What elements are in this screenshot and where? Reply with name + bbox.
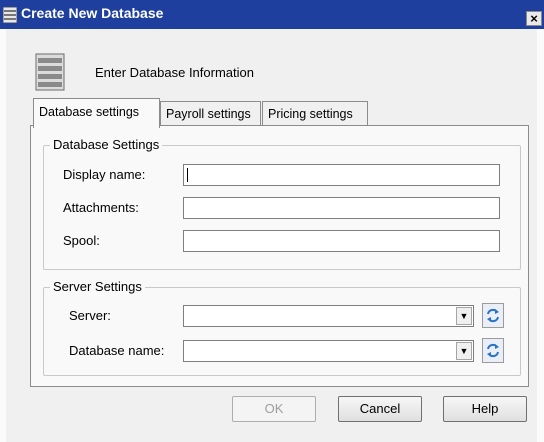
spool-label: Spool:	[63, 233, 100, 248]
database-app-icon	[3, 7, 17, 23]
display-name-field[interactable]	[183, 164, 500, 186]
window-right-border	[537, 29, 544, 442]
close-button[interactable]: ×	[526, 11, 542, 26]
server-refresh-button[interactable]	[482, 303, 504, 328]
attachments-field[interactable]	[183, 197, 500, 219]
refresh-icon	[487, 343, 499, 358]
server-settings-legend: Server Settings	[50, 279, 145, 294]
window-title: Create New Database	[21, 5, 164, 21]
tab-database-settings[interactable]: Database settings	[33, 98, 160, 128]
database-name-label: Database name:	[69, 343, 165, 358]
attachments-label: Attachments:	[63, 200, 139, 215]
database-name-select[interactable]: ▼	[183, 340, 474, 362]
text-caret	[187, 168, 188, 182]
title-bar[interactable]: Create New Database ×	[0, 0, 544, 29]
refresh-icon	[487, 308, 499, 323]
database-icon	[35, 53, 65, 91]
server-label: Server:	[69, 308, 111, 323]
database-settings-legend: Database Settings	[50, 137, 163, 152]
server-dropdown-button[interactable]: ▼	[456, 307, 472, 325]
display-name-label: Display name:	[63, 167, 146, 182]
spool-field[interactable]	[183, 230, 500, 252]
tab-panel-database-settings: Database Settings Display name: Attachme…	[30, 125, 529, 387]
tab-pricing-settings[interactable]: Pricing settings	[262, 101, 368, 125]
server-select[interactable]: ▼	[183, 305, 474, 327]
ok-button[interactable]: OK	[232, 396, 316, 422]
server-settings-group: Server Settings	[43, 279, 521, 376]
help-button[interactable]: Help	[443, 396, 527, 422]
database-name-dropdown-button[interactable]: ▼	[456, 342, 472, 360]
window-left-border	[0, 29, 6, 442]
header-text: Enter Database Information	[95, 65, 254, 80]
cancel-button[interactable]: Cancel	[338, 396, 422, 422]
database-name-refresh-button[interactable]	[482, 338, 504, 363]
tab-payroll-settings[interactable]: Payroll settings	[160, 101, 261, 125]
